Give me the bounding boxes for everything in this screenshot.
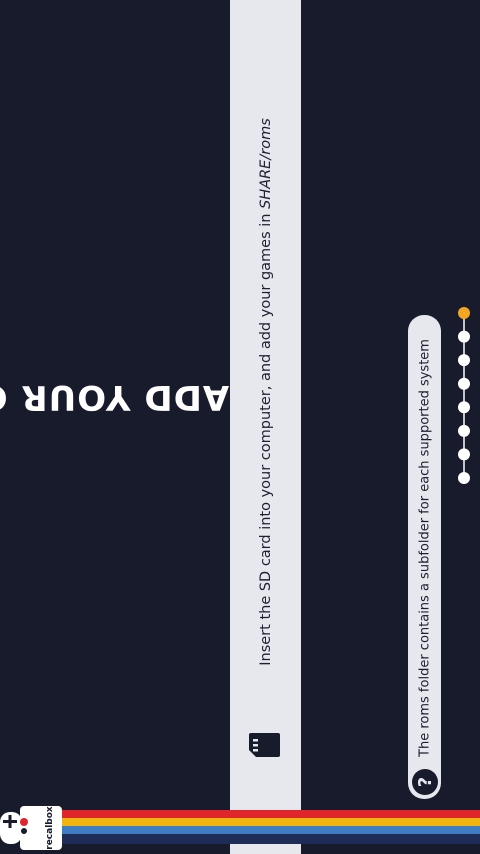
pagination-dot — [458, 401, 470, 414]
pagination-dot — [458, 472, 470, 484]
instruction-path: SHARE/roms — [258, 118, 274, 209]
pagination-dot — [458, 377, 470, 390]
pagination-dots — [458, 307, 470, 484]
stripe-yellow — [62, 818, 480, 826]
svg-text:recalbox: recalbox — [45, 806, 55, 850]
stripe-red — [62, 810, 480, 818]
page-title: ADD YOUR GAMES — [0, 377, 230, 417]
svg-text:?: ? — [415, 777, 436, 787]
pagination-dot — [458, 330, 470, 343]
pagination-dot — [458, 424, 470, 437]
pagination-dot — [458, 354, 470, 367]
stripe-navy — [62, 834, 480, 844]
tip-text: The roms folder contains a subfolder for… — [417, 339, 433, 757]
welcome-screen: ADD YOUR GAMES Insert the SD card into y… — [0, 0, 480, 854]
instruction-prefix: Insert the SD card into your computer, a… — [258, 208, 274, 666]
question-circle-icon: ? — [412, 769, 438, 795]
instruction-text: Insert the SD card into your computer, a… — [258, 118, 274, 666]
stripe-blue — [62, 826, 480, 834]
sd-card-icon — [249, 733, 280, 757]
pagination-dot — [458, 448, 470, 461]
brand-stripes — [62, 810, 480, 844]
recalbox-logo: recalbox — [0, 806, 62, 850]
pagination-dot-active — [458, 307, 470, 319]
